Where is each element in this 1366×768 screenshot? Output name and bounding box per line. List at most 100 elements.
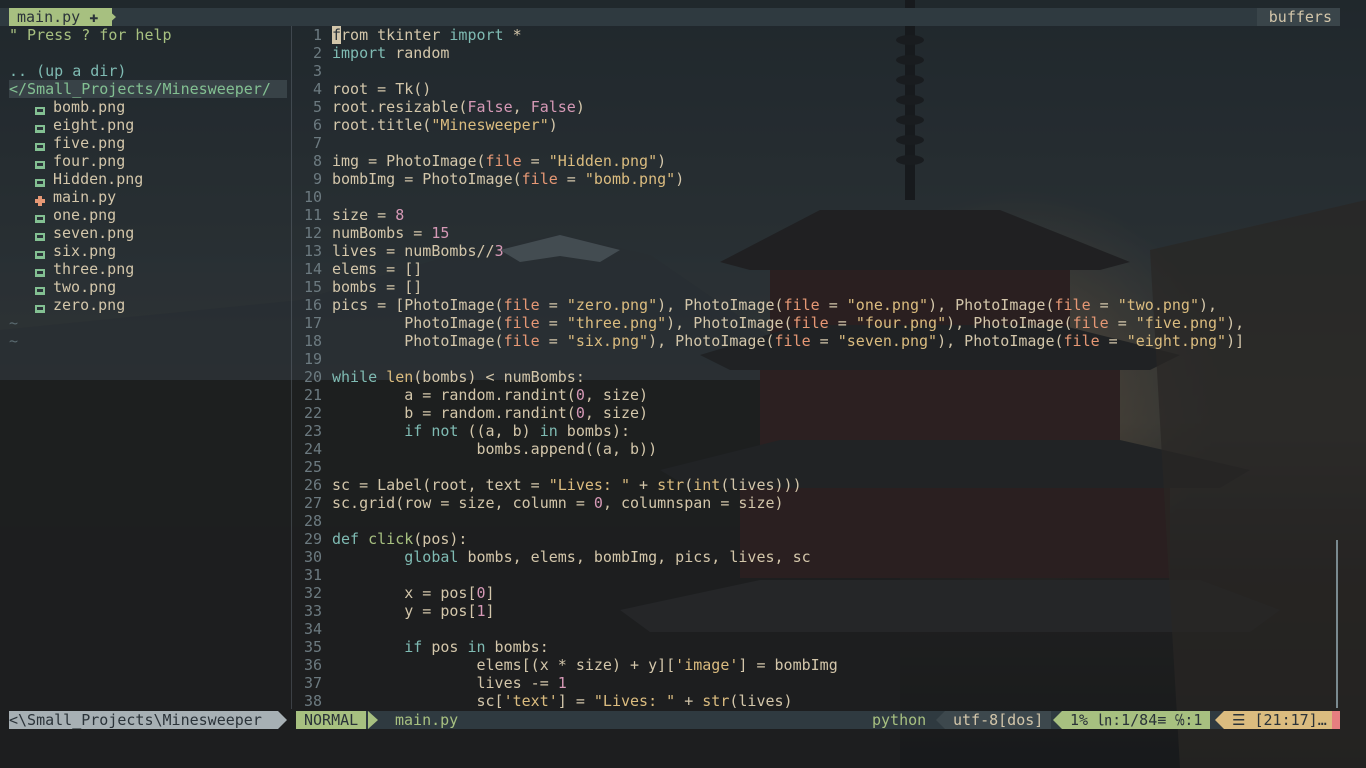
code-line[interactable]: root.title("Minesweeper") [332, 116, 558, 134]
image-file-icon [35, 120, 45, 133]
line-number: 4 [312, 80, 322, 98]
nerdtree-statusline: <\Small_Projects\Minesweeper [9, 711, 278, 729]
image-file-icon [35, 264, 45, 277]
line-number: 38 [303, 692, 322, 710]
statusline-time: ☰ [21:17]… [1224, 711, 1340, 729]
code-line[interactable]: import random [332, 44, 449, 62]
line-number: 9 [312, 170, 322, 188]
code-line[interactable]: global bombs, elems, bombImg, pics, live… [332, 548, 810, 566]
code-line[interactable]: b = random.randint(0, size) [332, 404, 648, 422]
image-file-icon [35, 174, 45, 187]
code-line[interactable]: if not ((a, b) in bombs): [332, 422, 630, 440]
line-number: 7 [312, 134, 322, 152]
code-line[interactable]: PhotoImage(file = "six.png"), PhotoImage… [332, 332, 1244, 350]
nerdtree-file-item[interactable]: zero.png [53, 296, 125, 314]
code-line[interactable]: sc.grid(row = size, column = 0, columnsp… [332, 494, 784, 512]
mode-indicator: NORMAL [296, 711, 367, 729]
tab-separator [106, 8, 116, 26]
code-line[interactable]: root = Tk() [332, 80, 431, 98]
mode-separator [368, 711, 378, 729]
nerdtree-file-item[interactable]: main.py [53, 188, 116, 206]
line-number: 35 [303, 638, 322, 656]
image-file-icon [35, 138, 45, 151]
code-line[interactable]: lives -= 1 [332, 674, 566, 692]
nerdtree-file-item[interactable]: four.png [53, 152, 125, 170]
text-cursor: f [332, 26, 342, 44]
line-number: 20 [303, 368, 322, 386]
line-number: 31 [303, 566, 322, 584]
code-line[interactable]: y = pos[1] [332, 602, 494, 620]
nerdtree-up-dir[interactable]: .. (up a dir) [9, 62, 126, 80]
line-number: 18 [303, 332, 322, 350]
line-number: 29 [303, 530, 322, 548]
image-file-icon [35, 300, 45, 313]
line-number: 10 [303, 188, 322, 206]
scrollbar[interactable] [1336, 540, 1338, 708]
statusline-position: 1% ㏑:1/84≡ ℅:1 [1062, 711, 1211, 729]
code-line[interactable]: size = 8 [332, 206, 404, 224]
code-line[interactable]: x = pos[0] [332, 584, 494, 602]
code-line[interactable]: while len(bombs) < numBombs: [332, 368, 585, 386]
nerdtree-file-item[interactable]: Hidden.png [53, 170, 143, 188]
image-file-icon [35, 282, 45, 295]
line-number: 33 [303, 602, 322, 620]
tabline [0, 8, 1340, 26]
line-number: 19 [303, 350, 322, 368]
line-number: 34 [303, 620, 322, 638]
nerdtree-file-item[interactable]: two.png [53, 278, 116, 296]
code-line[interactable]: numBombs = 15 [332, 224, 449, 242]
code-line[interactable]: def click(pos): [332, 530, 467, 548]
code-line[interactable]: elems[(x * size) + y]['image'] = bombImg [332, 656, 837, 674]
code-line[interactable]: sc = Label(root, text = "Lives: " + str(… [332, 476, 802, 494]
code-line[interactable]: bombs = [] [332, 278, 422, 296]
line-number: 8 [312, 152, 322, 170]
image-file-icon [35, 102, 45, 115]
line-number: 22 [303, 404, 322, 422]
nerdtree-file-item[interactable]: six.png [53, 242, 116, 260]
buffers-label[interactable]: buffers [1256, 8, 1340, 26]
nerdtree-file-item[interactable]: eight.png [53, 116, 134, 134]
code-line[interactable]: a = random.randint(0, size) [332, 386, 648, 404]
code-line[interactable]: if pos in bombs: [332, 638, 549, 656]
nerdtree-root-dir[interactable]: </Small_Projects/Minesweeper/ [9, 80, 287, 98]
line-number: 23 [303, 422, 322, 440]
line-number: 26 [303, 476, 322, 494]
line-number: 11 [303, 206, 322, 224]
code-line[interactable]: img = PhotoImage(file = "Hidden.png") [332, 152, 666, 170]
line-number: 6 [312, 116, 322, 134]
line-number: 1 [312, 26, 322, 44]
line-number: 16 [303, 296, 322, 314]
line-number: 3 [312, 62, 322, 80]
line-number: 17 [303, 314, 322, 332]
line-number: 2 [312, 44, 322, 62]
image-file-icon [35, 246, 45, 259]
code-line[interactable]: bombImg = PhotoImage(file = "bomb.png") [332, 170, 684, 188]
empty-line-marker: ~ [9, 314, 19, 332]
modified-file-icon [35, 192, 45, 206]
time-separator [1215, 711, 1224, 729]
nerdtree-file-item[interactable]: bomb.png [53, 98, 125, 116]
line-number: 13 [303, 242, 322, 260]
nerdtree-file-item[interactable]: one.png [53, 206, 116, 224]
image-file-icon [35, 228, 45, 241]
code-line[interactable]: from tkinter import * [332, 26, 522, 44]
code-line[interactable]: PhotoImage(file = "three.png"), PhotoIma… [332, 314, 1244, 332]
statusline-separator [278, 711, 287, 729]
tab-main-py[interactable]: main.py ✚ [9, 8, 113, 26]
empty-line-marker: ~ [9, 332, 19, 350]
line-number: 30 [303, 548, 322, 566]
nerdtree-file-item[interactable]: three.png [53, 260, 134, 278]
statusline-warning-section [1332, 711, 1340, 729]
image-file-icon [35, 156, 45, 169]
line-number: 24 [303, 440, 322, 458]
nerdtree-file-item[interactable]: seven.png [53, 224, 134, 242]
code-line[interactable]: lives = numBombs//3 [332, 242, 504, 260]
code-line[interactable]: bombs.append((a, b)) [332, 440, 657, 458]
nerdtree-file-item[interactable]: five.png [53, 134, 125, 152]
code-line[interactable]: root.resizable(False, False) [332, 98, 585, 116]
position-separator [1053, 711, 1062, 729]
code-line[interactable]: pics = [PhotoImage(file = "zero.png"), P… [332, 296, 1217, 314]
code-line[interactable]: sc['text'] = "Lives: " + str(lives) [332, 692, 792, 710]
code-line[interactable]: elems = [] [332, 260, 422, 278]
line-number: 14 [303, 260, 322, 278]
